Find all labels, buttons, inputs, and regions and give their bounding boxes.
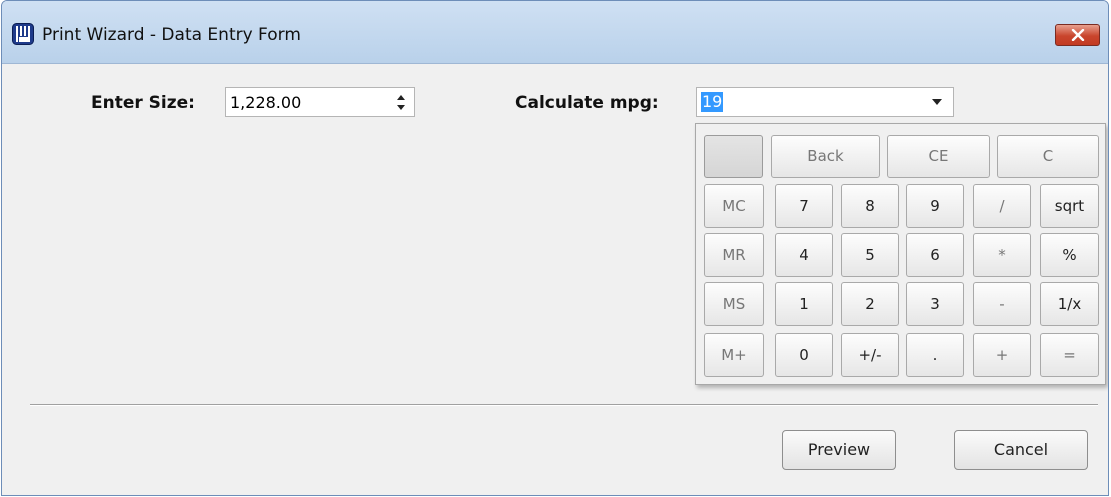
calc-key-6[interactable]: 6 — [906, 233, 964, 277]
window-title: Print Wizard - Data Entry Form — [42, 25, 301, 45]
calc-key-mc[interactable]: MC — [704, 184, 764, 228]
calc-key-back[interactable]: Back — [771, 135, 880, 178]
mpg-combobox[interactable]: 19 — [696, 87, 954, 117]
calc-key-sqrt[interactable]: sqrt — [1040, 184, 1099, 228]
mpg-selected-value[interactable]: 19 — [701, 92, 724, 112]
calc-key-divide[interactable]: / — [973, 184, 1031, 228]
size-spinbox[interactable] — [225, 87, 415, 117]
calc-key-add[interactable]: + — [973, 333, 1031, 377]
print-wizard-app-icon — [12, 23, 34, 45]
print-wizard-window: Print Wizard - Data Entry Form Enter Siz… — [1, 0, 1109, 496]
calc-key-equals[interactable]: = — [1040, 333, 1099, 377]
spin-down-icon[interactable] — [394, 102, 408, 114]
close-button[interactable] — [1055, 24, 1100, 46]
calc-key-mr[interactable]: MR — [704, 233, 764, 277]
calc-key-m-plus[interactable]: M+ — [704, 333, 764, 377]
calc-key-c[interactable]: C — [997, 135, 1099, 178]
calc-key-7[interactable]: 7 — [775, 184, 833, 228]
calc-key-2[interactable]: 2 — [841, 282, 899, 326]
calc-key-5[interactable]: 5 — [841, 233, 899, 277]
separator-line — [30, 404, 1098, 406]
calc-key-9[interactable]: 9 — [906, 184, 964, 228]
calc-key-percent[interactable]: % — [1040, 233, 1099, 277]
calc-key-ms[interactable]: MS — [704, 282, 764, 326]
calc-key-4[interactable]: 4 — [775, 233, 833, 277]
cancel-button[interactable]: Cancel — [954, 430, 1088, 470]
calc-key-8[interactable]: 8 — [841, 184, 899, 228]
enter-size-label: Enter Size: — [91, 93, 195, 113]
calculate-mpg-label: Calculate mpg: — [515, 93, 659, 113]
calc-key-subtract[interactable]: - — [973, 282, 1031, 326]
calc-key-ce[interactable]: CE — [887, 135, 990, 178]
calc-memory-indicator — [704, 135, 763, 178]
calc-key-3[interactable]: 3 — [906, 282, 964, 326]
close-icon — [1071, 29, 1085, 41]
calc-key-multiply[interactable]: * — [973, 233, 1031, 277]
calc-key-reciprocal[interactable]: 1/x — [1040, 282, 1099, 326]
title-bar: Print Wizard - Data Entry Form — [2, 1, 1108, 64]
calc-key-0[interactable]: 0 — [775, 333, 833, 377]
size-input[interactable] — [230, 91, 380, 113]
preview-button[interactable]: Preview — [782, 430, 896, 470]
calc-key-1[interactable]: 1 — [775, 282, 833, 326]
calculator-popup: Back CE C MC 7 8 9/sqrt MR 4 5 6 *% MS 1 2 3-1/x M+ 0 +/-.… — [695, 123, 1106, 385]
dropdown-arrow-icon[interactable] — [931, 99, 943, 106]
calc-key-negate[interactable]: +/- — [841, 333, 899, 377]
calc-key-decimal[interactable]: . — [906, 333, 964, 377]
